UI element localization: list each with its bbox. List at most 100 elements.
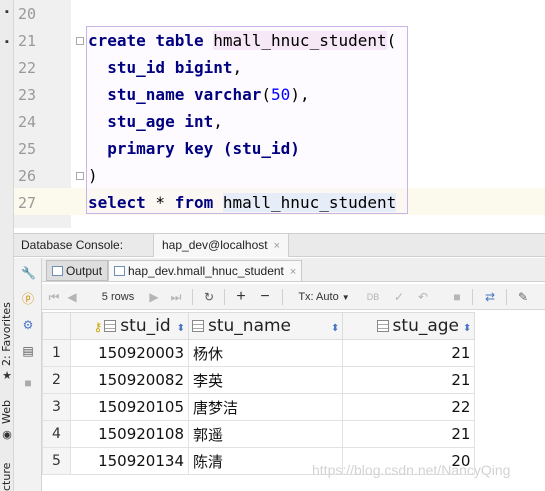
key-icon: ⚷	[93, 320, 103, 334]
cell-stu-name[interactable]: 杨休	[187, 339, 344, 367]
cell-stu-age[interactable]: 21	[342, 339, 476, 367]
line-number: 27	[18, 194, 37, 212]
compare-icon[interactable]: ⇄	[482, 289, 498, 305]
sort-icon[interactable]: ⬍	[331, 323, 339, 334]
result-toolbar: ⏮ ◀ 5 rows ▶ ⏭ ↻ + − Tx: Auto ▼ DB ✓ ↶ ■…	[42, 284, 545, 310]
sort-icon[interactable]: ⬍	[177, 323, 185, 334]
console-side-toolbar: 🔧 ⓟ ⚙ ▤ ■	[14, 258, 42, 491]
column-icon	[104, 320, 117, 332]
delete-row-icon[interactable]: −	[258, 289, 272, 305]
web-tool-tab[interactable]: Web	[0, 400, 13, 424]
first-page-icon[interactable]: ⏮	[48, 289, 60, 305]
transaction-mode-select[interactable]: Tx: Auto ▼	[294, 289, 354, 305]
column-name: stu_name	[107, 85, 185, 104]
layout-icon[interactable]: ▤	[21, 344, 35, 358]
left-tool-strip: ▪ ▪ 2: Favorites ★ Web ◉ cture	[0, 0, 14, 491]
cell-stu-age[interactable]: 22	[342, 393, 476, 421]
previous-page-icon[interactable]: ◀	[66, 289, 78, 305]
line-number: 23	[18, 86, 37, 104]
last-page-icon[interactable]: ⏭	[168, 289, 184, 305]
database-console-header: Database Console: hap_dev@localhost ×	[14, 233, 545, 257]
transaction-mode-label: Tx: Auto	[298, 291, 339, 303]
fold-icon[interactable]	[76, 172, 84, 180]
sort-icon[interactable]: ⬍	[463, 323, 471, 334]
stop-icon[interactable]: ■	[21, 376, 35, 390]
cell-stu-name[interactable]: 郭遥	[187, 420, 344, 448]
tab-output[interactable]: Output	[46, 260, 109, 281]
separator	[192, 289, 193, 305]
project-tool-icon[interactable]: ▪	[1, 6, 13, 18]
row-number: 3	[42, 393, 71, 421]
code-line: stu_name varchar(50),	[88, 85, 310, 104]
output-icon	[52, 266, 63, 276]
refresh-icon[interactable]: ↻	[202, 289, 216, 305]
cell-stu-id[interactable]: 150920105	[70, 393, 189, 421]
globe-icon: ◉	[2, 429, 12, 441]
settings-icon[interactable]: ⚙	[21, 318, 35, 332]
cell-stu-id[interactable]: 150920134	[70, 447, 189, 475]
console-tab[interactable]: hap_dev@localhost ×	[153, 234, 290, 257]
code-line: stu_id bigint,	[88, 58, 242, 77]
cell-stu-age[interactable]: 21	[342, 420, 476, 448]
cell-stu-id[interactable]: 150920003	[70, 339, 189, 367]
console-tab-label: hap_dev@localhost	[162, 238, 268, 252]
line-number: 20	[18, 5, 37, 23]
column-header-label: stu_age	[392, 316, 460, 336]
table-row[interactable]: 2 150920082 李英 21	[42, 366, 476, 394]
column-type: bigint	[174, 58, 233, 77]
check-icon[interactable]: ✓	[392, 289, 406, 305]
sql-keyword: primary key	[107, 139, 214, 158]
punctuation: ),	[290, 85, 310, 104]
line-number: 22	[18, 59, 37, 77]
table-icon	[114, 266, 125, 276]
close-icon[interactable]: ×	[290, 266, 296, 278]
add-row-icon[interactable]: +	[234, 289, 248, 305]
tab-result[interactable]: hap_dev.hmall_hnuc_student ×	[108, 260, 303, 281]
row-number: 5	[42, 447, 71, 475]
structure-tool-tab[interactable]: cture	[0, 463, 13, 491]
chevron-down-icon: ▼	[341, 293, 350, 302]
tab-output-label: Output	[66, 264, 103, 278]
commit-icon[interactable]: DB	[366, 289, 380, 305]
punctuation: ,	[232, 58, 243, 77]
code-line: stu_age int,	[88, 112, 223, 131]
table-row[interactable]: 3 150920105 唐梦洁 22	[42, 393, 476, 421]
line-number: 26	[18, 167, 37, 185]
table-row[interactable]: 1 150920003 杨休 21	[42, 339, 476, 367]
column-name: stu_id	[107, 58, 166, 77]
column-header-stu-age[interactable]: stu_age ⬍	[342, 312, 476, 340]
column-type: int	[184, 112, 214, 131]
primary-key-columns: (stu_id)	[222, 139, 300, 158]
code-line: )	[88, 166, 98, 185]
row-count[interactable]: 5 rows	[98, 289, 138, 305]
punctuation: (	[261, 85, 272, 104]
table-identifier: hmall_hnuc_student	[213, 31, 387, 50]
table-row[interactable]: 4 150920108 郭遥 21	[42, 420, 476, 448]
row-number: 1	[42, 339, 71, 367]
favorites-tool-tab[interactable]: 2: Favorites	[0, 302, 13, 366]
wrench-icon[interactable]: 🔧	[21, 266, 36, 280]
rollback-icon[interactable]: ↶	[416, 289, 430, 305]
cell-stu-name[interactable]: 唐梦洁	[187, 393, 344, 421]
cell-stu-id[interactable]: 150920108	[70, 420, 189, 448]
parameter-icon[interactable]: ⓟ	[21, 292, 35, 306]
header-row: ⚷ stu_id ⬍ stu_name ⬍ stu_age ⬍	[42, 312, 476, 340]
fold-icon[interactable]	[76, 37, 84, 45]
close-icon[interactable]: ×	[274, 240, 280, 252]
code-line: create table hmall_hnuc_student(	[88, 31, 396, 50]
column-icon	[376, 320, 389, 332]
column-header-stu-id[interactable]: ⚷ stu_id ⬍	[70, 312, 189, 340]
row-number: 4	[42, 420, 71, 448]
pin-icon[interactable]: ✎	[516, 289, 530, 305]
result-tabs: Output hap_dev.hmall_hnuc_student ×	[42, 258, 545, 282]
sql-editor[interactable]: 20 21 22 23 24 25 26 27 create table hma…	[14, 0, 545, 228]
next-page-icon[interactable]: ▶	[148, 289, 160, 305]
cell-stu-name[interactable]: 李英	[187, 366, 344, 394]
column-name: stu_age	[107, 112, 175, 131]
stop-icon[interactable]: ■	[450, 289, 464, 305]
tool-window-icon[interactable]: ▪	[1, 36, 13, 48]
cell-stu-age[interactable]: 21	[342, 366, 476, 394]
column-header-stu-name[interactable]: stu_name ⬍	[187, 312, 344, 340]
separator	[224, 289, 225, 305]
cell-stu-id[interactable]: 150920082	[70, 366, 189, 394]
